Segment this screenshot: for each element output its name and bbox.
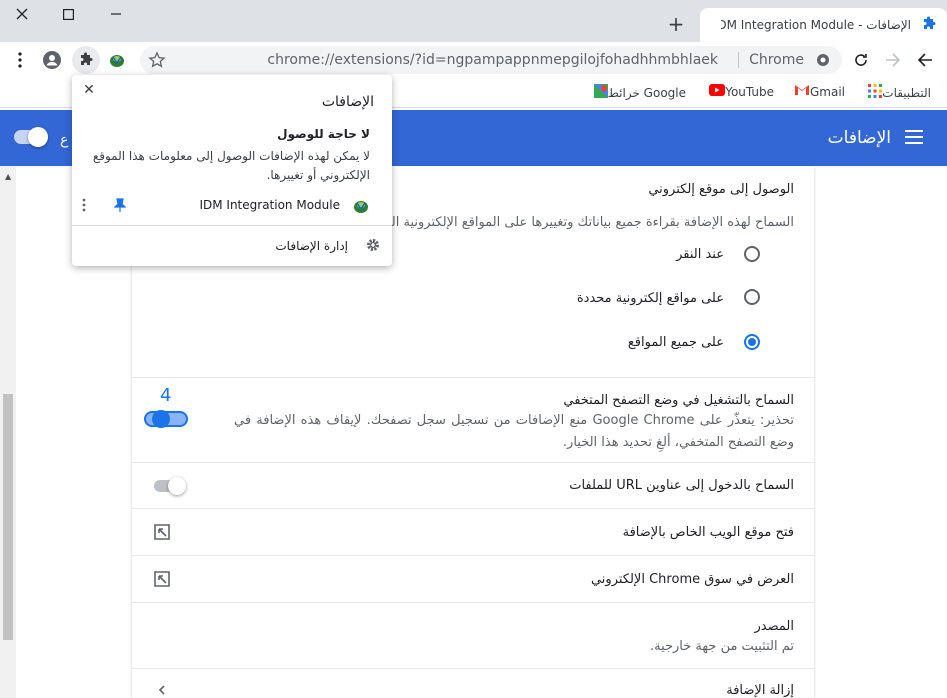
open-in-new-icon[interactable] — [154, 524, 170, 540]
scrollbar[interactable]: ▲ — [0, 166, 16, 698]
extensions-puzzle-button[interactable] — [72, 46, 100, 74]
annotation-number: 4 — [160, 385, 172, 406]
file-urls-toggle[interactable] — [154, 477, 190, 495]
open-website-row[interactable]: فتح موقع الويب الخاص بالإضافة — [132, 508, 814, 555]
menu-icon[interactable] — [905, 130, 923, 144]
file-urls-section: السماح بالدخول إلى عناوين URL للملفات — [132, 462, 814, 508]
incognito-toggle[interactable] — [144, 410, 192, 430]
address-bar[interactable]: Chrome chrome://extensions/?id=ngpampapp… — [140, 46, 842, 74]
scroll-up-arrow-icon[interactable]: ▲ — [5, 172, 11, 181]
page-chip: Chrome — [738, 52, 804, 68]
bookmark-label: YouTube — [725, 84, 774, 99]
bookmark-label: خرائط Google — [607, 85, 686, 100]
idm-extension-icon[interactable] — [105, 48, 129, 72]
extensions-popup: ✕ الإضافات لا حاجة للوصول لا يمكن لهذه ا… — [72, 75, 392, 266]
radio-label: على جميع المواقع — [627, 335, 724, 350]
site-access-title: الوصول إلى موقع إلكتروني — [648, 182, 794, 197]
source-section: المصدر تم التثبيت من جهة خارجية. — [132, 602, 814, 668]
bookmark-youtube[interactable]: YouTube — [703, 84, 774, 99]
chrome-logo-icon — [816, 53, 830, 70]
site-access-description: السماح لهذه الإضافة بقراءة جميع بياناتك … — [377, 215, 794, 230]
puzzle-icon — [921, 16, 937, 35]
webstore-row[interactable]: العرض في سوق Chrome الإلكتروني — [132, 555, 814, 602]
popup-extension-item[interactable]: IDM Integration Module — [80, 195, 370, 217]
open-in-new-icon[interactable] — [154, 571, 170, 587]
new-tab-button[interactable]: + — [664, 12, 688, 36]
back-arrow-icon[interactable] — [913, 48, 937, 72]
manage-extensions-link[interactable]: إدارة الإضافات — [275, 239, 348, 253]
minimize-window-icon[interactable] — [104, 4, 128, 24]
url-text[interactable]: chrome://extensions/?id=ngpampappnmepgil… — [267, 52, 718, 68]
page-title: الإضافات — [827, 128, 891, 148]
source-value: تم التثبيت من جهة خارجية. — [649, 639, 794, 654]
gmail-icon — [794, 84, 810, 99]
forward-arrow-icon[interactable] — [881, 48, 905, 72]
bookmark-apps[interactable]: التطبيقات — [862, 84, 931, 101]
popup-subtitle: لا حاجة للوصول — [277, 127, 370, 141]
maps-icon — [593, 84, 608, 101]
bookmark-label: التطبيقات — [882, 85, 931, 100]
title-bar: + الإضافات - IDM Integration Module — [0, 0, 947, 42]
more-vert-icon[interactable] — [82, 198, 86, 215]
radio-label: على مواقع إلكترونية محددة — [576, 291, 724, 306]
file-urls-title: السماح بالدخول إلى عناوين URL للملفات — [569, 478, 794, 493]
source-title: المصدر — [754, 619, 794, 634]
popup-description: لا يمكن لهذه الإضافات الوصول إلى معلومات… — [92, 149, 370, 182]
apps-grid-icon — [868, 84, 883, 101]
bookmark-maps[interactable]: خرائط Google — [588, 84, 686, 101]
scrollbar-thumb[interactable] — [3, 394, 13, 640]
radio-on-click[interactable] — [744, 246, 760, 262]
chevron-left-icon — [158, 684, 166, 698]
profile-avatar-icon[interactable] — [40, 48, 64, 72]
idm-extension-icon — [352, 197, 370, 218]
webstore-label: العرض في سوق Chrome الإلكتروني — [590, 572, 794, 587]
radio-label: عند النقر — [676, 247, 724, 262]
bookmark-label: Gmail — [809, 84, 845, 99]
remove-extension-row[interactable]: إزالة الإضافة — [132, 668, 814, 698]
reload-icon[interactable] — [849, 48, 873, 72]
close-icon[interactable]: ✕ — [80, 81, 98, 99]
maximize-window-icon[interactable] — [56, 4, 80, 24]
developer-mode-label: ع — [60, 132, 69, 148]
popup-title: الإضافات — [321, 94, 374, 110]
open-website-label: فتح موقع الويب الخاص بالإضافة — [622, 525, 794, 540]
pin-icon[interactable] — [113, 198, 127, 215]
star-icon[interactable] — [148, 51, 166, 72]
bookmark-gmail[interactable]: Gmail — [788, 84, 845, 99]
toolbar: Chrome chrome://extensions/?id=ngpampapp… — [0, 42, 947, 78]
youtube-icon — [709, 84, 726, 99]
remove-extension-label: إزالة الإضافة — [726, 683, 794, 698]
close-window-icon[interactable] — [10, 4, 34, 24]
developer-mode-toggle[interactable] — [14, 127, 48, 147]
incognito-title: السماح بالتشغيل في وضع التصفح المتخفي — [563, 393, 794, 408]
tab-title: الإضافات - IDM Integration Module — [721, 18, 911, 32]
incognito-warning: تحذير: يتعذّر على Google Chrome منع الإض… — [234, 413, 794, 450]
extension-name: IDM Integration Module — [199, 198, 340, 212]
incognito-section: السماح بالتشغيل في وضع التصفح المتخفي تح… — [132, 377, 814, 463]
radio-specific-sites[interactable] — [744, 289, 760, 305]
radio-all-sites[interactable] — [744, 334, 760, 350]
more-menu-icon[interactable] — [8, 48, 32, 72]
divider — [72, 225, 392, 226]
gear-icon — [364, 238, 380, 254]
tab-extensions[interactable]: الإضافات - IDM Integration Module — [700, 8, 947, 42]
